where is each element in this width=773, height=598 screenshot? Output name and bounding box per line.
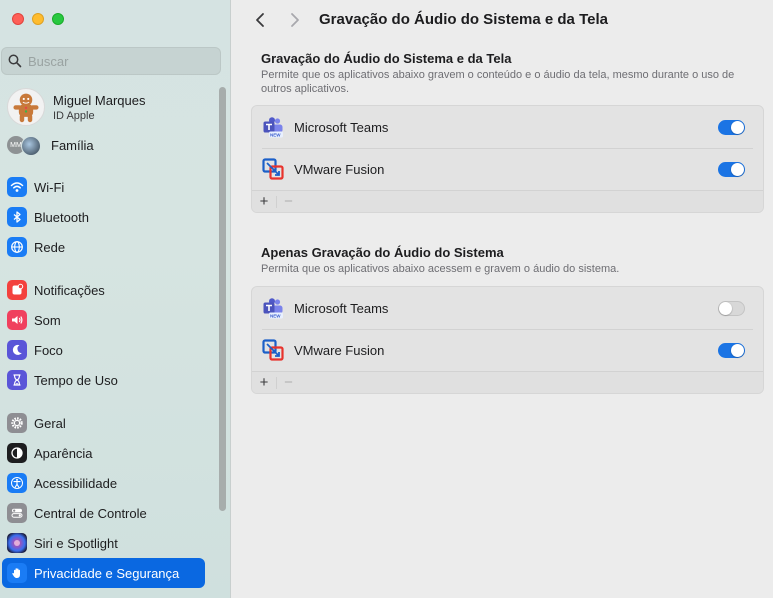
app-name: Microsoft Teams bbox=[294, 300, 389, 316]
family-avatars: MM bbox=[7, 135, 43, 156]
vmware-icon bbox=[262, 339, 284, 361]
sidebar-item-appearance[interactable]: Aparência bbox=[2, 438, 205, 468]
section-description: Permita que os aplicativos abaixo acesse… bbox=[261, 263, 620, 275]
search-icon bbox=[8, 54, 22, 68]
remove-button[interactable]: − bbox=[276, 193, 300, 210]
list-item: VMware Fusion bbox=[252, 329, 763, 371]
accessibility-icon bbox=[7, 473, 27, 493]
sidebar-item-label: Acessibilidade bbox=[34, 475, 118, 491]
remove-button[interactable]: − bbox=[276, 374, 300, 391]
speaker-icon bbox=[7, 310, 27, 330]
moon-icon bbox=[7, 340, 27, 360]
svg-text:NEW: NEW bbox=[270, 133, 281, 138]
siri-icon bbox=[7, 533, 27, 553]
sidebar-item-label: Bluetooth bbox=[34, 209, 89, 225]
back-button[interactable] bbox=[251, 11, 269, 29]
family-member-avatar bbox=[21, 136, 41, 156]
toggle-switch[interactable] bbox=[718, 119, 745, 135]
svg-text:NEW: NEW bbox=[270, 314, 281, 319]
teams-icon: NEW bbox=[262, 116, 284, 138]
globe-icon bbox=[7, 237, 27, 257]
gear-icon bbox=[7, 413, 27, 433]
sidebar-item-screen-time[interactable]: Tempo de Uso bbox=[2, 365, 205, 395]
toggle-switch[interactable] bbox=[718, 161, 745, 177]
section-description: Permite que os aplicativos abaixo gravem… bbox=[261, 69, 735, 95]
sidebar-item-label: Rede bbox=[34, 239, 66, 255]
sidebar-item-notifications[interactable]: Notificações bbox=[2, 275, 205, 305]
section-title: Gravação do Áudio do Sistema e da Tela bbox=[261, 51, 512, 66]
avatar bbox=[7, 88, 45, 126]
sidebar-item-label: Privacidade e Segurança bbox=[34, 565, 180, 581]
teams-icon: NEW bbox=[262, 297, 284, 319]
profile-name: Miguel Marques bbox=[53, 92, 146, 108]
zoom-window-button[interactable] bbox=[52, 13, 64, 25]
sidebar-item-label: Geral bbox=[34, 415, 66, 431]
sidebar-item-label: Foco bbox=[34, 342, 63, 358]
app-list: NEW Microsoft Teams VMware Fusion + − bbox=[251, 286, 764, 394]
sidebar-item-bluetooth[interactable]: Bluetooth bbox=[2, 202, 205, 232]
appearance-icon bbox=[7, 443, 27, 463]
sidebar-item-label: Central de Controle bbox=[34, 505, 147, 521]
app-name: Microsoft Teams bbox=[294, 119, 389, 135]
add-remove-bar: + − bbox=[252, 371, 763, 393]
forward-button[interactable] bbox=[286, 11, 304, 29]
list-item: NEW Microsoft Teams bbox=[252, 106, 763, 148]
sidebar-item-label: Som bbox=[34, 312, 61, 328]
app-name: VMware Fusion bbox=[294, 342, 385, 358]
sidebar-item-wifi[interactable]: Wi-Fi bbox=[2, 172, 205, 202]
main-content: Gravação do Áudio do Sistema e da Tela G… bbox=[231, 0, 773, 598]
toggle-switch[interactable] bbox=[718, 342, 745, 358]
chevron-left-icon bbox=[256, 13, 264, 27]
sidebar-item-control-center[interactable]: Central de Controle bbox=[2, 498, 205, 528]
chevron-right-icon bbox=[291, 13, 299, 27]
sidebar-item-privacy-security[interactable]: Privacidade e Segurança bbox=[2, 558, 205, 588]
toolbar: Gravação do Áudio do Sistema e da Tela bbox=[231, 0, 773, 40]
bell-icon bbox=[7, 280, 27, 300]
page-title: Gravação do Áudio do Sistema e da Tela bbox=[319, 11, 608, 28]
search-field[interactable] bbox=[1, 47, 221, 75]
list-item: NEW Microsoft Teams bbox=[252, 287, 763, 329]
app-name: VMware Fusion bbox=[294, 161, 385, 177]
sidebar-item-sound[interactable]: Som bbox=[2, 305, 205, 335]
sidebar-item-label: Tempo de Uso bbox=[34, 372, 118, 388]
close-window-button[interactable] bbox=[12, 13, 24, 25]
minimize-window-button[interactable] bbox=[32, 13, 44, 25]
sidebar-item-focus[interactable]: Foco bbox=[2, 335, 205, 365]
window-controls bbox=[12, 13, 64, 25]
hourglass-icon bbox=[7, 370, 27, 390]
add-remove-bar: + − bbox=[252, 190, 763, 212]
profile-subtitle: ID Apple bbox=[53, 109, 95, 122]
vmware-icon bbox=[262, 158, 284, 180]
sidebar-item-label: Siri e Spotlight bbox=[34, 535, 118, 551]
sidebar: Miguel Marques ID Apple MM Família Wi-Fi… bbox=[0, 0, 231, 598]
add-button[interactable]: + bbox=[252, 191, 276, 213]
sidebar-item-label: Notificações bbox=[34, 282, 105, 298]
sidebar-item-label: Família bbox=[51, 137, 94, 153]
sidebar-item-label: Aparência bbox=[34, 445, 93, 461]
sidebar-item-label: Wi-Fi bbox=[34, 179, 65, 195]
search-input[interactable] bbox=[28, 53, 208, 69]
apple-id-profile[interactable]: Miguel Marques ID Apple bbox=[7, 88, 146, 126]
sidebar-item-network[interactable]: Rede bbox=[2, 232, 205, 262]
app-list: NEW Microsoft Teams VMware Fusion + − bbox=[251, 105, 764, 213]
add-button[interactable]: + bbox=[252, 372, 276, 394]
sidebar-item-accessibility[interactable]: Acessibilidade bbox=[2, 468, 205, 498]
hand-icon bbox=[7, 563, 27, 583]
section-title: Apenas Gravação do Áudio do Sistema bbox=[261, 245, 504, 260]
bluetooth-icon bbox=[7, 207, 27, 227]
sidebar-scrollbar[interactable] bbox=[219, 87, 226, 511]
gingerbread-avatar-icon bbox=[13, 93, 39, 123]
sidebar-item-general[interactable]: Geral bbox=[2, 408, 205, 438]
list-item: VMware Fusion bbox=[252, 148, 763, 190]
sidebar-item-siri-spotlight[interactable]: Siri e Spotlight bbox=[2, 528, 205, 558]
wifi-icon bbox=[7, 177, 27, 197]
control-center-icon bbox=[7, 503, 27, 523]
toggle-switch[interactable] bbox=[718, 300, 745, 316]
sidebar-item-family[interactable]: MM Família bbox=[7, 135, 94, 156]
